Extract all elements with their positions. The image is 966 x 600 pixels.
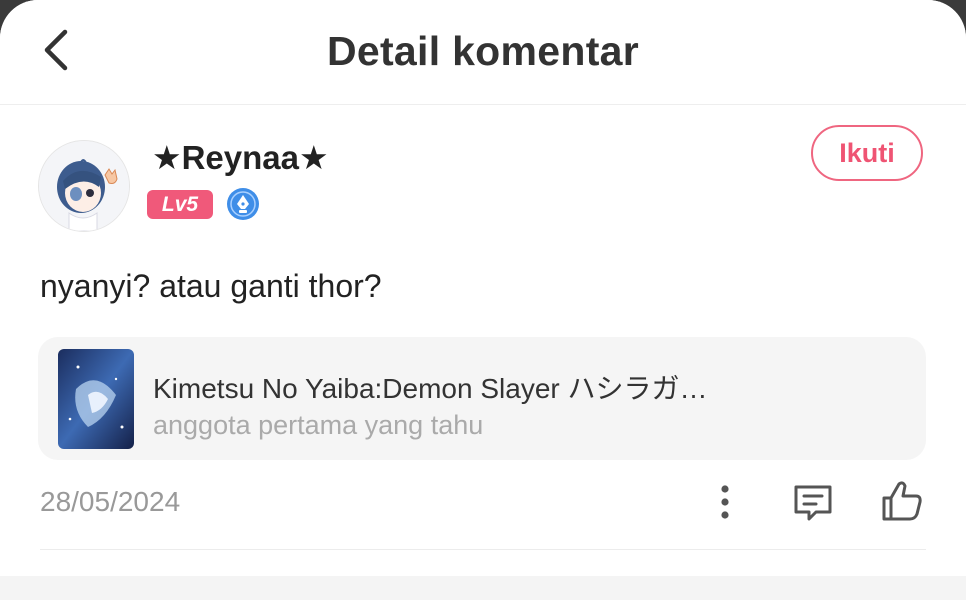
- more-options-button[interactable]: [705, 480, 745, 524]
- comment-detail-screen: Detail komentar ★Reynaa★ Lv5 Ikuti nyany…: [0, 0, 966, 600]
- comment-date: 28/05/2024: [40, 486, 181, 517]
- section-separator: [0, 576, 966, 600]
- avatar-illustration: [39, 141, 129, 231]
- book-subtitle: anggota pertama yang tahu: [153, 410, 484, 440]
- header-bar: Detail komentar: [0, 0, 966, 105]
- level-badge: Lv5: [147, 190, 213, 219]
- pen-nib-icon: [226, 187, 260, 221]
- like-button[interactable]: [878, 478, 926, 524]
- page-title: Detail komentar: [326, 28, 640, 74]
- comment-text: nyanyi? atau ganti thor?: [40, 268, 382, 304]
- reply-icon: [794, 485, 832, 521]
- divider: [40, 549, 926, 550]
- book-cover: [58, 349, 134, 449]
- username[interactable]: ★Reynaa★: [152, 138, 329, 177]
- follow-button[interactable]: Ikuti: [811, 125, 923, 181]
- avatar[interactable]: [38, 140, 130, 232]
- thumbs-up-icon: [882, 481, 922, 521]
- reply-button[interactable]: [790, 480, 836, 524]
- more-vertical-icon: [721, 485, 729, 519]
- book-title: Kimetsu No Yaiba:Demon Slayer ハシラガ…: [153, 373, 708, 404]
- book-card[interactable]: Kimetsu No Yaiba:Demon Slayer ハシラガ… angg…: [38, 337, 926, 460]
